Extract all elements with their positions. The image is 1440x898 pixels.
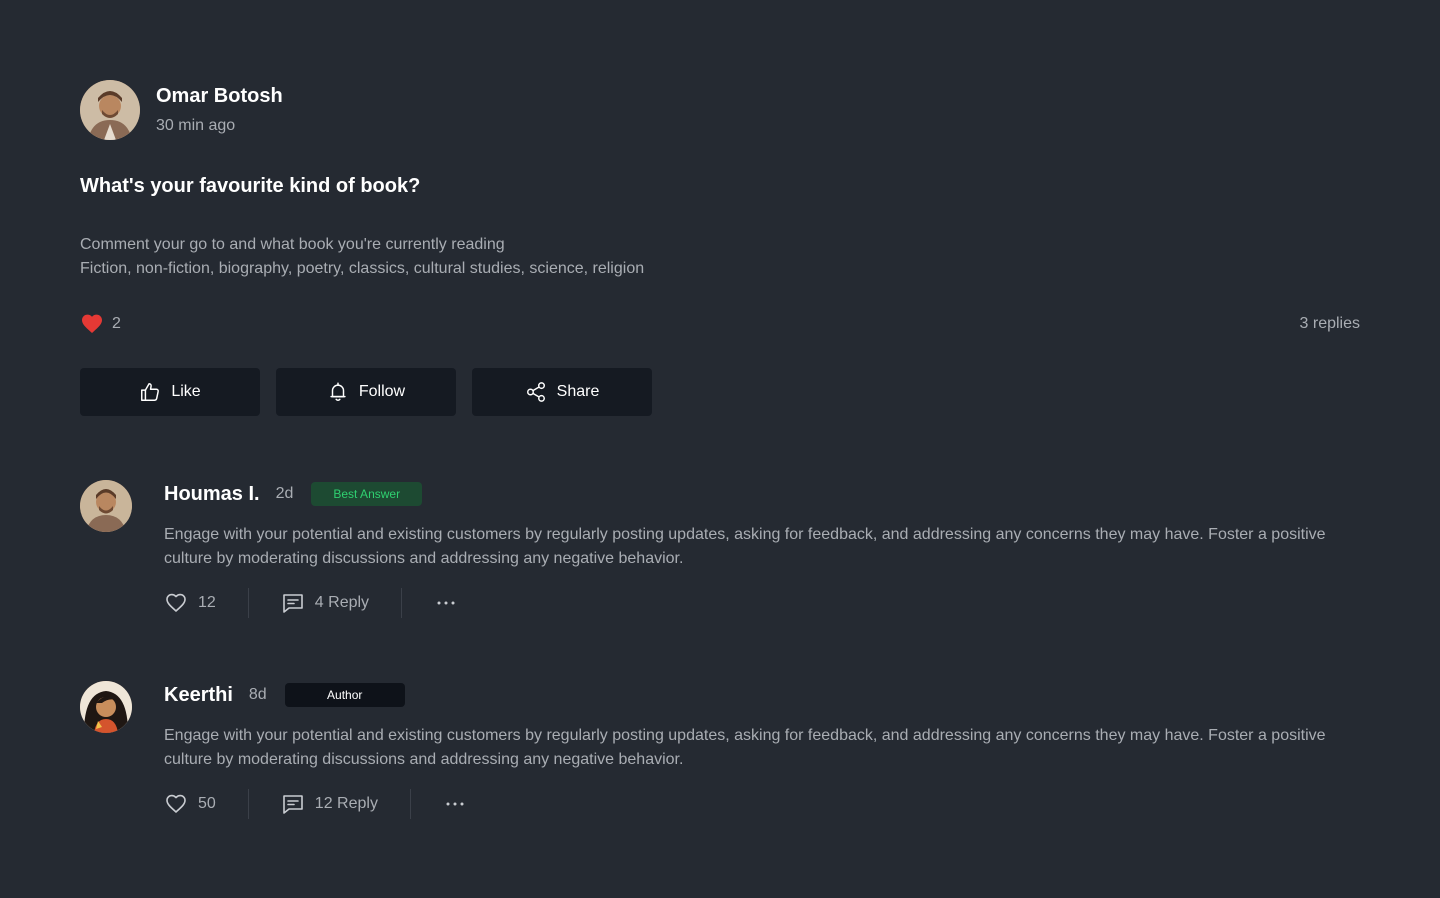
author-meta: Omar Botosh 30 min ago — [156, 83, 283, 137]
share-button-label: Share — [556, 383, 600, 400]
post-page: Omar Botosh 30 min ago What's your favou… — [0, 0, 1440, 898]
comment-like-button[interactable]: 50 — [164, 792, 216, 816]
comment-actions: 50 12 Reply — [164, 789, 467, 819]
post-body: Comment your go to and what book you're … — [80, 233, 644, 281]
comment-icon — [282, 795, 303, 814]
comment-author[interactable]: Houmas I. — [164, 483, 260, 506]
comment-header: Keerthi 8d Author — [164, 681, 405, 709]
post-body-line: Comment your go to and what book you're … — [80, 236, 505, 253]
comment-actions: 12 4 Reply — [164, 588, 458, 618]
comment-reply-button[interactable]: 4 Reply — [281, 591, 369, 615]
heart-icon — [166, 593, 186, 612]
follow-button-label: Follow — [358, 383, 406, 400]
more-horizontal-icon — [437, 601, 455, 605]
divider — [247, 588, 249, 618]
comment-likes-count: 12 — [198, 594, 216, 611]
comment-author[interactable]: Keerthi — [164, 684, 233, 707]
more-button[interactable] — [443, 792, 467, 816]
likes-count: 2 — [112, 315, 121, 332]
replies-count[interactable]: 3 replies — [1300, 315, 1360, 333]
post-actions: Like Follow Share — [80, 368, 652, 416]
comment-likes-count: 50 — [198, 795, 216, 812]
post-stats: 2 3 replies — [80, 312, 1360, 336]
comment-like-button[interactable]: 12 — [164, 591, 216, 615]
author-name[interactable]: Omar Botosh — [156, 83, 283, 109]
more-button[interactable] — [434, 591, 458, 615]
comment-reply-button[interactable]: 12 Reply — [281, 792, 378, 816]
divider — [247, 789, 249, 819]
author-badge: Author — [284, 683, 405, 707]
comment-reply-label: 4 Reply — [314, 594, 370, 611]
follow-button[interactable]: Follow — [276, 368, 456, 416]
best-answer-badge: Best Answer — [311, 482, 423, 506]
divider — [401, 588, 403, 618]
comment-age: 2d — [275, 485, 294, 502]
share-button[interactable]: Share — [472, 368, 652, 416]
comment-header: Houmas I. 2d Best Answer — [164, 480, 423, 508]
post-body-line: Fiction, non-fiction, biography, poetry,… — [80, 260, 645, 277]
comment-age: 8d — [248, 686, 267, 703]
comment-text: Engage with your potential and existing … — [164, 526, 1326, 567]
share-icon — [526, 382, 545, 402]
avatar[interactable] — [80, 80, 140, 140]
bell-icon — [330, 382, 346, 401]
heart-icon[interactable] — [80, 312, 104, 336]
more-horizontal-icon — [446, 802, 464, 806]
like-button-label: Like — [171, 383, 201, 400]
comment-text: Engage with your potential and existing … — [164, 727, 1326, 768]
post-author: Omar Botosh 30 min ago — [80, 80, 283, 140]
like-button[interactable]: Like — [80, 368, 260, 416]
thumbs-up-icon — [141, 383, 160, 401]
avatar[interactable] — [80, 480, 132, 532]
comment-icon — [282, 594, 303, 613]
divider — [409, 789, 411, 819]
post-title: What's your favourite kind of book? — [80, 175, 421, 197]
comment-reply-label: 12 Reply — [314, 795, 378, 812]
post-timestamp: 30 min ago — [156, 117, 236, 134]
avatar[interactable] — [80, 681, 132, 733]
heart-icon — [166, 794, 186, 813]
